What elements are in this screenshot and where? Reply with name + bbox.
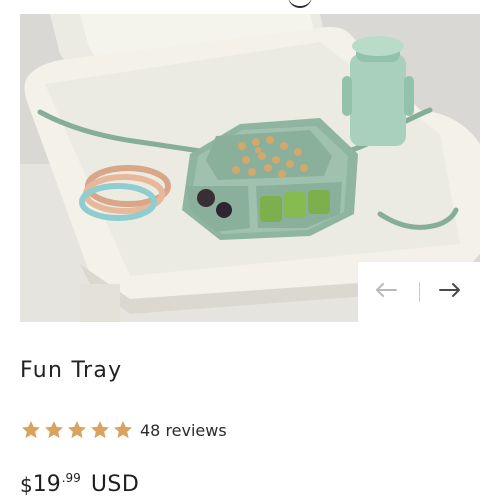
- previous-image-button[interactable]: [366, 274, 406, 310]
- star-icon: [66, 419, 88, 441]
- gallery-navigation: [358, 262, 480, 322]
- price-cents: .99: [61, 471, 81, 485]
- nav-divider: [419, 282, 420, 302]
- previous-content-strip: [20, 0, 480, 14]
- arrow-left-icon: [374, 281, 398, 303]
- product-title: Fun Tray: [20, 358, 123, 383]
- price-whole: 19: [32, 472, 61, 497]
- product-price: $ 19 .99 USD: [20, 468, 139, 500]
- star-icon: [43, 419, 65, 441]
- star-rating: [20, 419, 134, 441]
- star-icon: [89, 419, 111, 441]
- price-currency-symbol: $: [20, 473, 33, 497]
- cropped-text-fragment: [288, 0, 312, 8]
- star-icon: [112, 419, 134, 441]
- reviews-link[interactable]: 48 reviews: [140, 421, 227, 440]
- star-icon: [20, 419, 42, 441]
- price-currency-code: USD: [90, 472, 140, 497]
- product-rating[interactable]: 48 reviews: [20, 418, 227, 442]
- arrow-right-icon: [438, 281, 462, 303]
- next-image-button[interactable]: [430, 274, 470, 310]
